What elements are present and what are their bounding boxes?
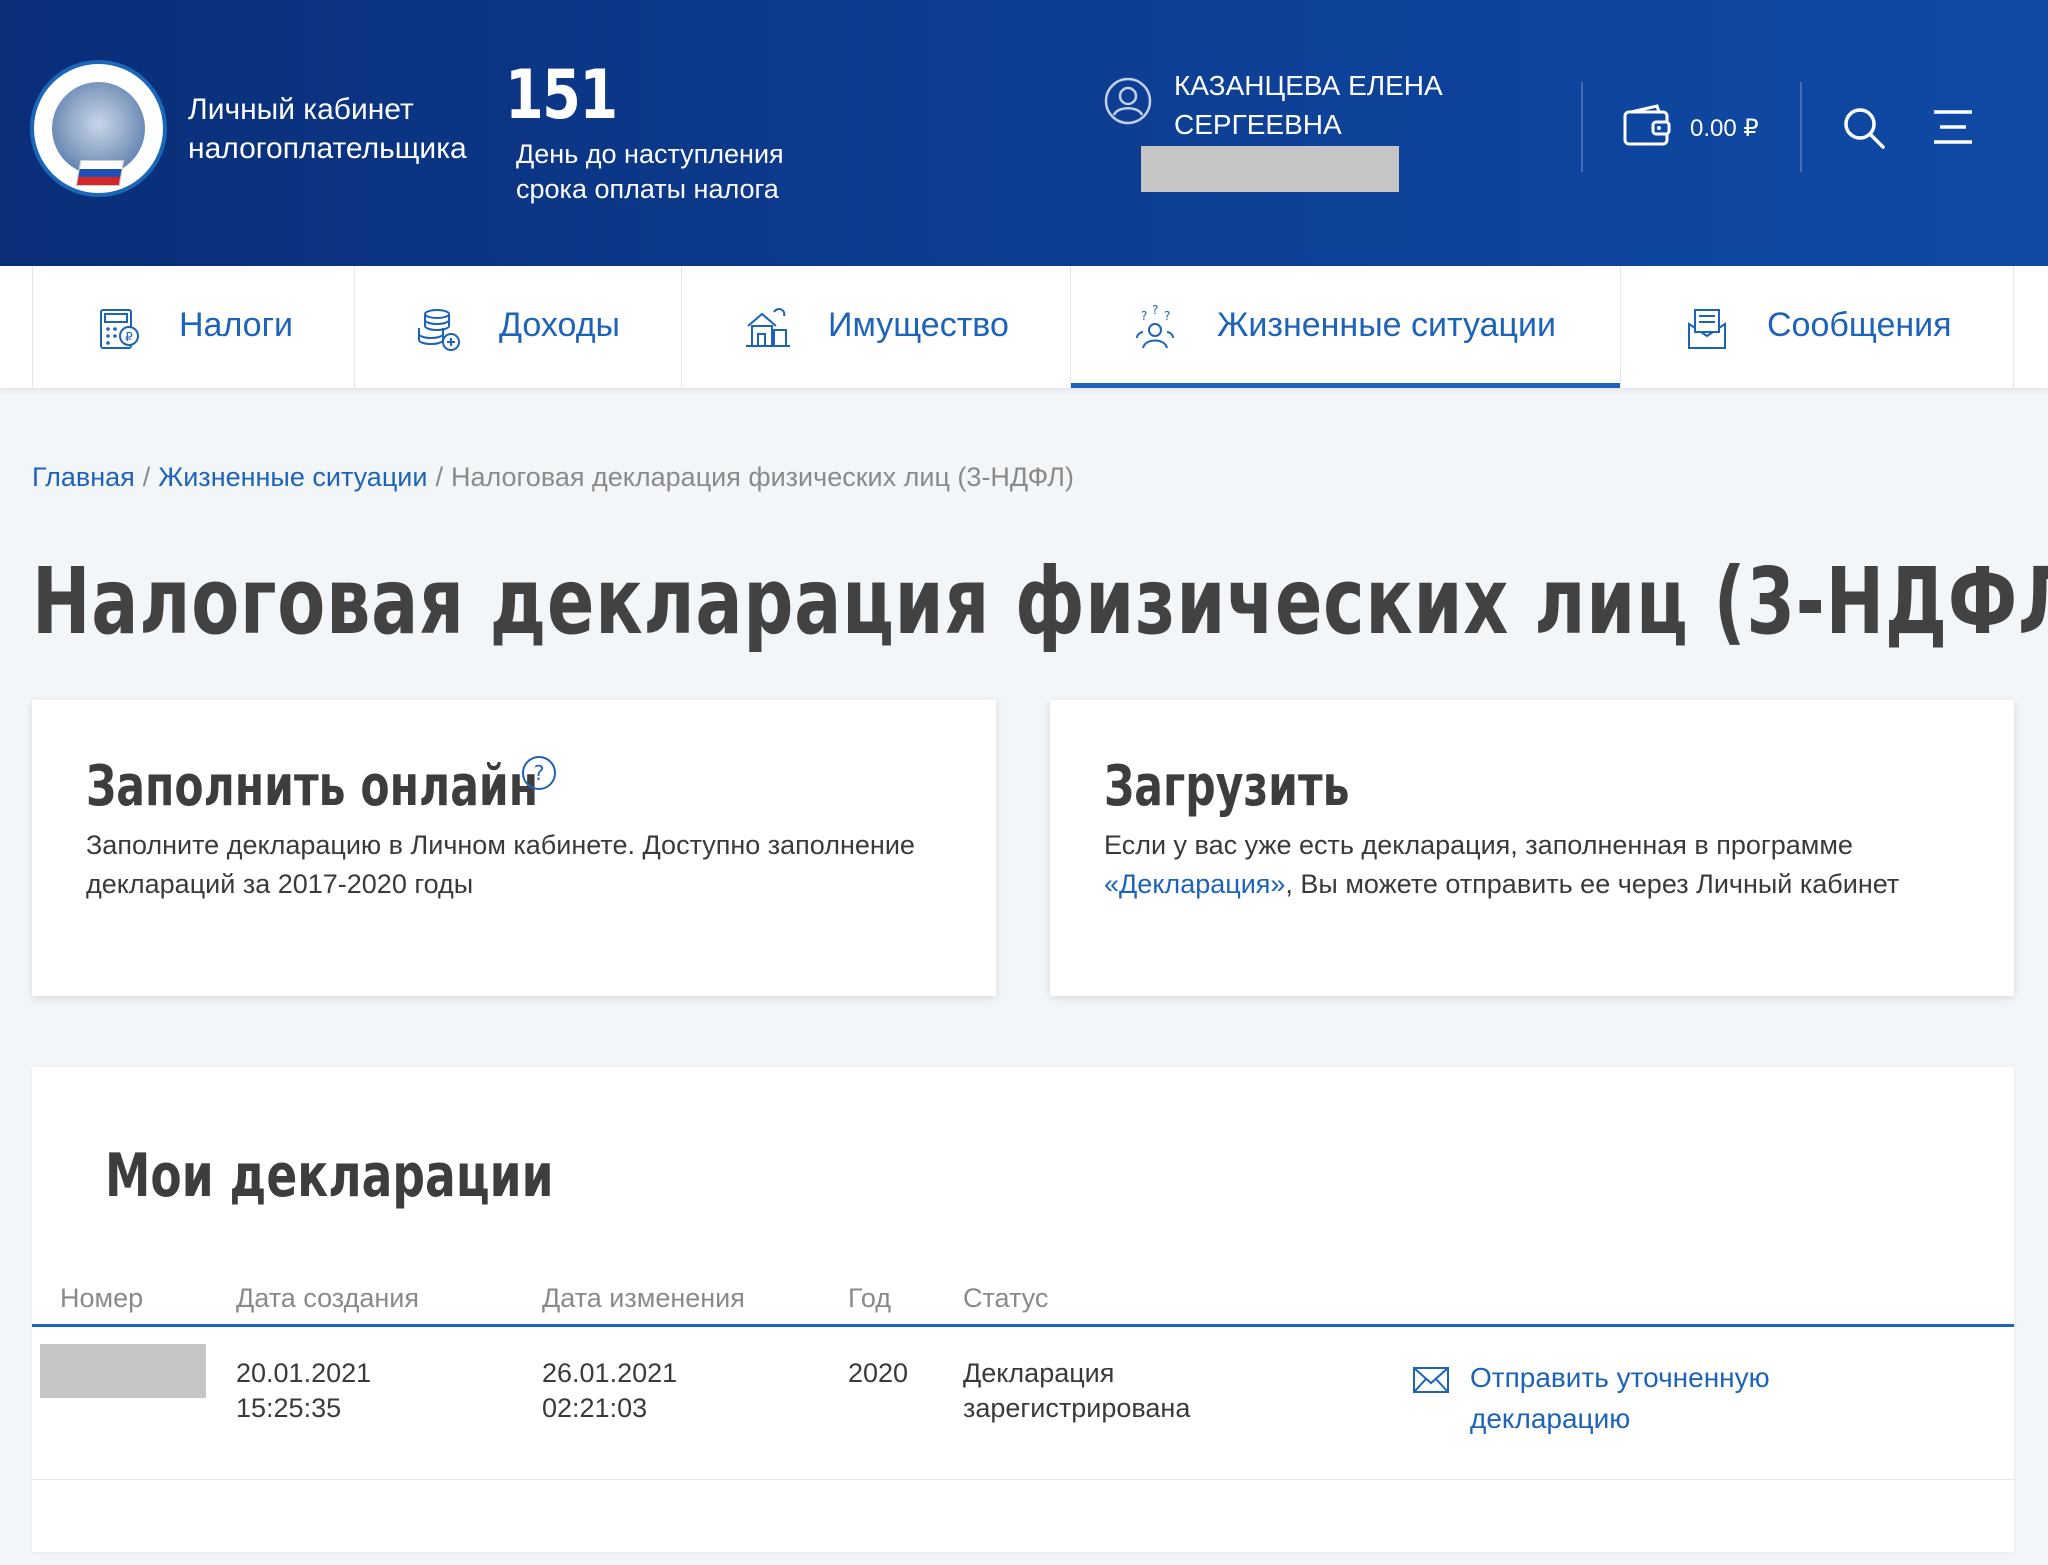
column-header-year: Год: [848, 1283, 891, 1313]
svg-text:?: ?: [1164, 309, 1170, 323]
table-row[interactable]: 20.01.2021 15:25:35 26.01.2021 02:21:03 …: [32, 1327, 2014, 1480]
breadcrumb-home[interactable]: Главная: [32, 462, 135, 492]
my-declarations-panel: Мои декларации Номер Дата создания Дата …: [32, 1067, 2014, 1552]
life-situations-icon: ? ? ?: [1136, 304, 1174, 349]
card-text: Если у вас уже есть декларация, заполнен…: [1104, 830, 1900, 899]
balance-amount[interactable]: 0.00 ₽: [1690, 114, 1759, 143]
status-cell: Декларация зарегистрирована: [963, 1358, 1191, 1423]
envelope-icon: [1413, 1367, 1449, 1393]
column-header-created: Дата создания: [236, 1283, 419, 1313]
nav-label: Сообщения: [1767, 306, 1952, 344]
redacted-inn: [1141, 146, 1399, 192]
flag-icon: [75, 160, 125, 186]
page-title: Налоговая декларация физических лиц (3-Н…: [32, 548, 2048, 655]
action-label: Отправить уточненную декларацию: [1470, 1362, 1770, 1434]
nav-label: Доходы: [499, 306, 620, 344]
messages-icon: [1688, 309, 1726, 349]
redacted-number: [40, 1344, 206, 1398]
nav-label: Налоги: [179, 306, 293, 344]
days-caption: День до наступления срока оплаты налога: [516, 139, 784, 204]
fill-online-card[interactable]: Заполнить онлайн Заполните декларацию в …: [32, 700, 996, 996]
breadcrumb-current: Налоговая декларация физических лиц (3-Н…: [450, 462, 1074, 492]
days-count: 151: [505, 56, 618, 135]
nav-life-situations[interactable]: ? ? ? Жизненные ситуации: [1070, 266, 1620, 388]
menu-icon[interactable]: [1932, 108, 1974, 146]
help-icon[interactable]: ?: [521, 755, 557, 791]
top-header: Личный кабинет налогоплательщика 151 Ден…: [0, 0, 2048, 266]
search-icon[interactable]: [1842, 106, 1886, 150]
column-header-number: Номер: [60, 1283, 144, 1313]
breadcrumb: Главная / Жизненные ситуации / Налоговая дек…: [32, 462, 1074, 492]
modified-cell: 26.01.2021 02:21:03: [542, 1358, 678, 1423]
user-name[interactable]: КАЗАНЦЕВА ЕЛЕНА СЕРГЕЕВНА: [1174, 66, 1443, 144]
header-divider: [1800, 82, 1802, 172]
declaration-program-link[interactable]: «Декларация»: [1104, 869, 1285, 899]
nav-income[interactable]: Доходы: [354, 266, 681, 388]
app-title[interactable]: Личный кабинет налогоплательщика: [188, 90, 467, 168]
nav-taxes[interactable]: ₽ Налоги: [32, 266, 354, 388]
wallet-icon[interactable]: [1623, 104, 1671, 148]
column-header-modified: Дата изменения: [542, 1283, 745, 1313]
calculator-icon: ₽: [100, 309, 139, 349]
created-cell: 20.01.2021 15:25:35: [236, 1358, 372, 1423]
nav-messages[interactable]: Сообщения: [1620, 266, 2014, 388]
card-text: Заполните декларацию в Личном кабинете. …: [86, 830, 915, 899]
nav-label: Имущество: [828, 306, 1009, 344]
nav-property[interactable]: Имущество: [681, 266, 1070, 388]
breadcrumb-section[interactable]: Жизненные ситуации: [158, 462, 427, 492]
section-title: Мои декларации: [105, 1141, 554, 1211]
svg-text:?: ?: [1141, 309, 1147, 323]
svg-text:?: ?: [1152, 304, 1158, 317]
svg-text:₽: ₽: [125, 330, 133, 344]
coins-icon: [418, 309, 460, 351]
upload-card[interactable]: Загрузить Если у вас уже есть декларация…: [1050, 700, 2014, 996]
header-divider: [1581, 82, 1583, 172]
user-avatar-icon[interactable]: [1103, 76, 1153, 126]
column-header-status: Статус: [963, 1283, 1049, 1313]
card-title: Загрузить: [1104, 754, 1350, 819]
main-nav: ₽ Налоги Доходы Имущество ? ? ? Жизненны…: [0, 266, 2048, 388]
property-icon: [746, 308, 790, 347]
year-cell: 2020: [848, 1358, 909, 1388]
fns-logo[interactable]: [30, 60, 167, 197]
nav-label: Жизненные ситуации: [1217, 306, 1556, 344]
svg-text:?: ?: [534, 761, 545, 785]
card-title: Заполнить онлайн: [86, 754, 539, 819]
